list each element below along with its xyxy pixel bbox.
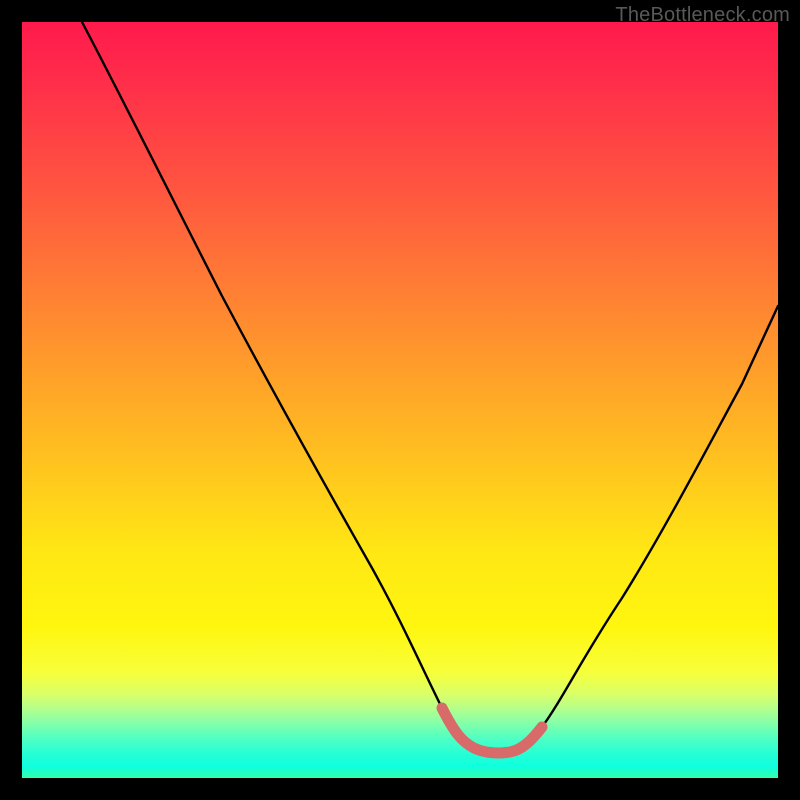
chart-frame: TheBottleneck.com [0, 0, 800, 800]
watermark-text: TheBottleneck.com [615, 4, 790, 27]
highlight-trough [442, 708, 542, 753]
plot-area [22, 22, 778, 778]
curve-layer [22, 22, 778, 778]
bottleneck-curve [82, 22, 778, 753]
